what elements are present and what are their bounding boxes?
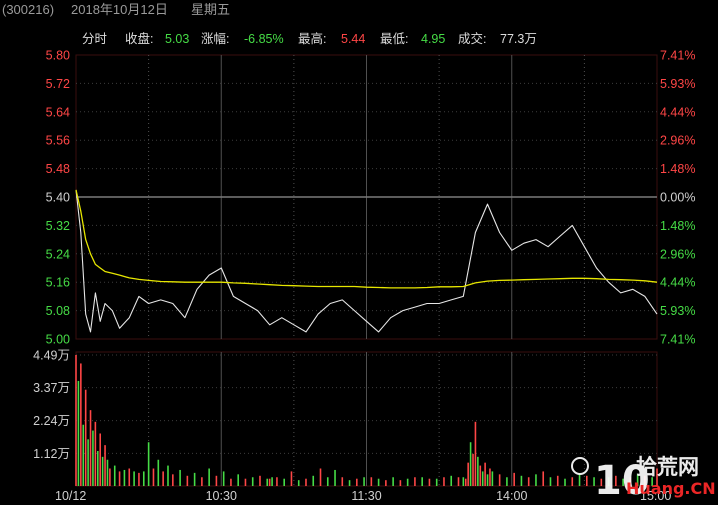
right-tick-label: 5.93% [660,304,695,318]
right-tick-label: 1.48% [660,219,695,233]
change-value: -6.85% [244,32,284,46]
left-tick-label: 5.16 [46,276,70,290]
left-tick-label: 5.00 [46,333,70,347]
volume-tick-label: 4.49万 [33,349,70,363]
right-tick-label: 5.93% [660,77,695,91]
high-value: 5.44 [341,32,365,46]
left-tick-label: 5.40 [46,191,70,205]
left-tick-label: 5.32 [46,219,70,233]
close-label: 收盘: [125,31,153,46]
watermark-cn: 拾荒网 [636,455,699,479]
left-tick-label: 5.72 [46,77,70,91]
right-tick-label: 4.44% [660,105,695,119]
time-tick-label: 11:30 [351,489,381,503]
time-tick-label: 14:00 [496,489,527,503]
left-tick-label: 5.24 [46,247,70,261]
intraday-chart: (300216) 2018年10月12日 星期五 分时 收盘: 5.03 涨幅:… [0,0,718,505]
watermark: 10 拾荒网 Huang.CN [571,455,716,504]
right-tick-label: 7.41% [660,333,695,347]
volume-label: 成交: [458,31,486,46]
high-label: 最高: [298,31,326,46]
left-tick-label: 5.80 [46,49,70,63]
watermark-en: Huang.CN [626,479,716,498]
left-tick-label: 5.64 [46,105,70,119]
right-tick-label: 4.44% [660,276,695,290]
close-value: 5.03 [165,32,189,46]
trade-date: 2018年10月12日 [71,2,168,17]
low-label: 最低: [380,32,408,46]
left-tick-label: 5.56 [46,134,70,148]
right-tick-label: 2.96% [660,247,695,261]
volume-tick-label: 2.24万 [33,414,70,428]
stock-code: (300216) [2,2,54,17]
left-tick-label: 5.48 [46,162,70,176]
right-tick-label: 0.00% [660,191,695,205]
volume-tick-label: 1.12万 [33,447,70,461]
volume-value: 77.3万 [500,32,537,46]
chart-background [0,0,718,505]
volume-tick-label: 3.37万 [33,381,70,395]
time-tick-label: 10:30 [206,489,237,503]
low-value: 4.95 [421,32,445,46]
right-tick-label: 1.48% [660,162,695,176]
time-tick-label: 10/12 [55,489,86,503]
chart-mode-label[interactable]: 分时 [82,32,108,46]
right-tick-label: 2.96% [660,134,695,148]
left-tick-label: 5.08 [46,304,70,318]
change-label: 涨幅: [201,31,229,46]
right-tick-label: 7.41% [660,49,695,63]
trade-weekday: 星期五 [191,2,230,17]
